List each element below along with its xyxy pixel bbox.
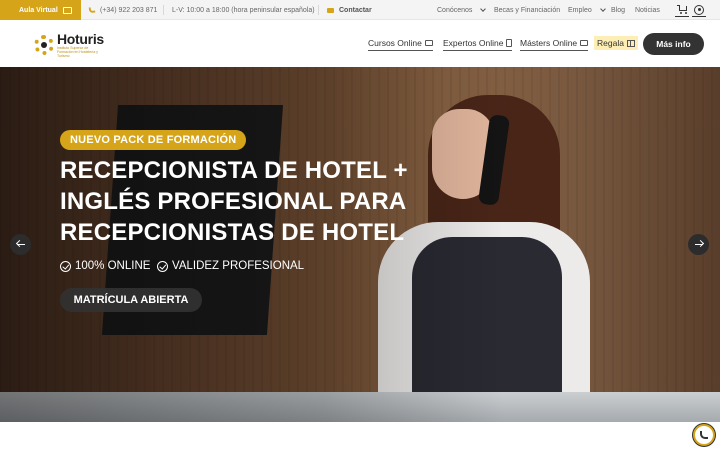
main-header: Hoturis Instituto Superior de Formación … — [0, 20, 720, 67]
phone-link[interactable]: (+34) 922 203 871 — [88, 0, 158, 20]
regala-label: Regala — [597, 38, 624, 48]
phone-number: (+34) 922 203 871 — [100, 6, 158, 14]
carousel-next-button[interactable] — [688, 234, 709, 255]
menu-empleo[interactable]: Empleo — [568, 0, 606, 20]
phone-icon — [88, 6, 96, 14]
menu-noticias-label: Noticias — [635, 6, 660, 14]
contact-link[interactable]: Contactar — [327, 0, 372, 20]
menu-conocenos[interactable]: Conócenos — [437, 0, 487, 20]
aula-virtual-button[interactable]: Aula Virtual — [0, 0, 81, 20]
hero-badge: NUEVO PACK DE FORMACIÓN — [60, 130, 247, 150]
menu-conocenos-label: Conócenos — [437, 6, 473, 14]
nav-expertos-online[interactable]: Expertos Online — [443, 38, 513, 51]
gift-icon — [626, 39, 635, 47]
divider — [163, 5, 164, 15]
logo[interactable]: Hoturis Instituto Superior de Formación … — [34, 32, 105, 58]
nav-cursos-online[interactable]: Cursos Online — [368, 38, 433, 51]
carousel-prev-button[interactable] — [10, 234, 31, 255]
menu-noticias[interactable]: Noticias — [635, 0, 660, 20]
phone-icon — [700, 431, 708, 439]
hours-text: L-V: 10:00 a 18:00 (hora peninsular espa… — [172, 6, 315, 14]
nav-cursos-label: Cursos Online — [368, 38, 422, 48]
nav-masters-online[interactable]: Másters Online — [520, 38, 589, 51]
cart-icon[interactable] — [677, 5, 688, 14]
contact-label: Contactar — [339, 6, 372, 14]
menu-blog-label: Blog — [611, 6, 626, 14]
nav-expertos-label: Expertos Online — [443, 38, 504, 48]
user-icon[interactable] — [694, 5, 704, 15]
cart-underline — [675, 16, 689, 17]
mortarboard-icon — [62, 6, 72, 14]
chevron-down-icon — [599, 5, 606, 12]
menu-blog[interactable]: Blog — [611, 0, 625, 20]
arrow-left-icon — [16, 243, 25, 246]
feature-online: 100% ONLINE — [60, 260, 150, 272]
mail-icon — [327, 7, 334, 13]
mas-info-button[interactable]: Más info — [643, 33, 704, 55]
user-underline — [692, 16, 706, 17]
laptop-icon — [424, 40, 433, 46]
chevron-down-icon — [480, 5, 487, 12]
top-bar: Aula Virtual (+34) 922 203 871 L-V: 10:0… — [0, 0, 720, 20]
menu-empleo-label: Empleo — [568, 6, 592, 14]
check-circle-icon — [157, 260, 168, 272]
certificate-icon — [506, 39, 513, 47]
check-circle-icon — [60, 260, 71, 272]
divider — [318, 5, 319, 15]
feature-validez: VALIDEZ PROFESIONAL — [157, 260, 304, 272]
matricula-button[interactable]: MATRÍCULA ABIERTA — [60, 288, 202, 312]
feature-online-label: 100% ONLINE — [75, 260, 151, 272]
logo-mark-icon — [34, 35, 54, 55]
hero-banner: NUEVO PACK DE FORMACIÓN RECEPCIONISTA DE… — [0, 67, 720, 422]
call-me-button[interactable] — [693, 424, 715, 446]
nav-masters-label: Másters Online — [520, 38, 578, 48]
aula-virtual-label: Aula Virtual — [19, 6, 58, 14]
diploma-icon — [580, 40, 589, 46]
menu-becas[interactable]: Becas y Financiación — [494, 0, 560, 20]
logo-name: Hoturis — [57, 31, 104, 47]
feature-validez-label: VALIDEZ PROFESIONAL — [172, 260, 305, 272]
arrow-right-icon — [694, 243, 703, 246]
hero-title: RECEPCIONISTA DE HOTEL + INGLÉS PROFESIO… — [60, 157, 408, 246]
regala-link[interactable]: Regala — [594, 36, 638, 50]
logo-tagline: Instituto Superior de Formación en Hoste… — [57, 46, 99, 58]
menu-becas-label: Becas y Financiación — [494, 6, 561, 14]
opening-hours: L-V: 10:00 a 18:00 (hora peninsular espa… — [172, 0, 315, 20]
